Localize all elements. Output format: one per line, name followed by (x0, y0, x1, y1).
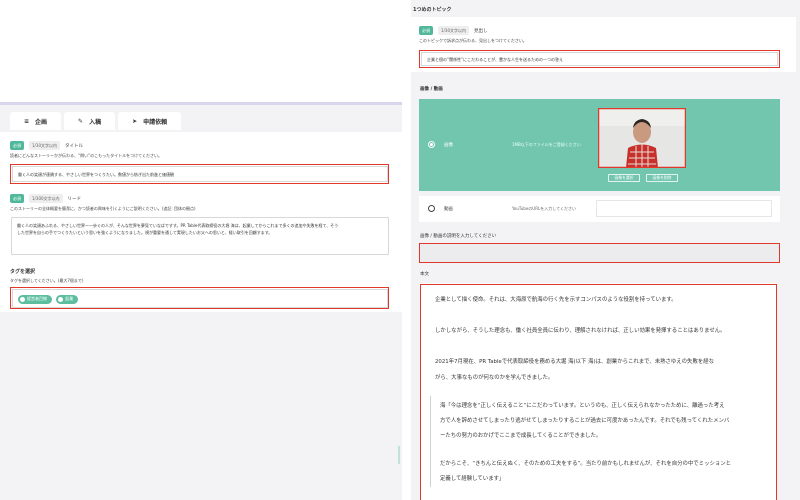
image-option-hint: 1MB以下のファイルをご登録ください (512, 142, 581, 147)
tags-description: タグを選択してください。(最大7個まで) (10, 278, 84, 283)
body-paragraph: がら、大事なものが何なのかを学んできました。 (435, 375, 554, 381)
video-option-label: 動画 (444, 207, 453, 212)
tags-title: タグを選択 (10, 269, 36, 275)
image-option-label: 画像 (444, 143, 453, 148)
tab-submission[interactable]: ✎ 入稿 (64, 112, 116, 130)
title-field-header: 必須 1/30文字以内 タイトル (10, 141, 83, 150)
body-label: 本文 (420, 272, 429, 277)
char-count-badge: 1/30文字以内 (29, 141, 60, 150)
body-paragraph: ーたちの努力のおかげでここまで成長してくることができました。 (440, 433, 602, 439)
tag-dot-icon (20, 296, 25, 302)
uploaded-photo (598, 108, 686, 168)
body-paragraph: 海「今は理念を“正しく伝えること”にこだわっています。というのも、正しく伝えられ… (440, 403, 725, 409)
char-count-badge: 1/30文字以内 (438, 26, 469, 35)
required-badge: 必須 (10, 194, 24, 203)
image-radio[interactable] (428, 141, 435, 148)
required-badge: 必須 (419, 26, 433, 35)
char-count-badge: 1/300文字以内 (29, 194, 63, 203)
person-photo-icon (598, 108, 686, 168)
select-image-button[interactable]: 画像を選択 (608, 174, 640, 182)
title-field-label: タイトル (64, 143, 83, 149)
tag-chip[interactable]: 起業 (56, 295, 79, 304)
lead-textarea[interactable]: 働く人の笑顔あふれる、やさしい世界ー一歩ぐの人が、そんな世界を夢見ていなばですす… (11, 217, 389, 255)
lead-field-description: このストーリーの全体概要を簡潔に、かつ読者の興味を引くようにご説明ください。(追… (10, 206, 196, 211)
pencil-icon: ✎ (78, 117, 84, 125)
body-paragraph: 2021年7月現在、PR Tableで代表取締役を務める大堀 海(以下 海)は、… (435, 359, 715, 365)
left-top-blank (0, 0, 402, 102)
tab-request[interactable]: ➤ 申請依頼 (118, 112, 182, 130)
video-option-hint: YouTubeのURLを入力してください (512, 206, 576, 211)
topic-field-description: このトピックで訴求点が伝わる、見出しをつけてください。 (419, 38, 527, 43)
editor-tabs: ≡ 企画 ✎ 入稿 ➤ 申請依頼 (10, 112, 182, 130)
topic-field-label: 見出し (473, 28, 488, 34)
tag-chip[interactable]: 経営者目線 (18, 295, 52, 304)
scrollbar-marker[interactable] (398, 446, 400, 464)
lead-text-line: した世界を自らの手でつくりたいという思いを強くようになりました。規が重要を通して… (17, 230, 273, 235)
media-description-label: 画像 / 動画の説明を入力してください (420, 234, 497, 239)
lead-text-line: 働く人の笑顔あふれる、やさしい世界ー一歩ぐの人が、そんな世界を夢見ていなばですす… (17, 223, 339, 228)
title-field-description: 読者にどんなストーリーかが伝わる、“問い”のこもったタイトルをつけてください。 (10, 153, 163, 158)
tags-box[interactable]: 経営者目線 起業 (12, 289, 388, 308)
body-paragraph: 企業として描く使命。それは、大海原で航海の行く先を示すコンパスのような役割を持っ… (435, 297, 677, 303)
tab-plan-label: 企画 (35, 118, 48, 126)
topic-heading-input[interactable]: 企業と個の“関係性”にこだわることが、豊かな人生を送るための一つの答え (421, 52, 778, 66)
topic-section-title: 1つめのトピック (413, 7, 452, 13)
media-title: 画像 / 動画 (420, 87, 443, 92)
body-paragraph: 方で人を辞めさせてしまったり逃がせてしまったりすることが過去に可度かあったんです… (440, 418, 730, 424)
topic-field-header: 必須 1/30文字以内 見出し (419, 26, 487, 35)
youtube-url-input[interactable] (596, 200, 772, 217)
quote-bar (430, 396, 431, 487)
body-paragraph: しかしながら、そうした理念も、働く社員全員に伝わり、理解されなければ、正しい効果… (435, 328, 726, 334)
send-icon: ➤ (132, 117, 138, 125)
body-paragraph: 定義して経験しています」 (440, 476, 505, 482)
body-paragraph: だからこそ、“きちんと伝えぬく、そのための工夫をする”。当たり前かもしれませんが… (440, 461, 732, 467)
list-icon: ≡ (24, 117, 30, 125)
lead-field-header: 必須 1/300文字以内 リード (10, 194, 81, 203)
title-input[interactable]: 働く人の笑顔が連鎖する、やさしい世界をつくりたい。数値から紡ぎ出た前進と価値観 (12, 166, 388, 182)
tag-dot-icon (58, 296, 64, 302)
video-radio[interactable] (428, 205, 435, 212)
tag-label: 起業 (65, 296, 74, 301)
lead-field-label: リード (67, 196, 82, 202)
delete-image-button[interactable]: 画像を削除 (646, 174, 678, 182)
media-description-input[interactable] (420, 244, 779, 262)
tab-request-label: 申請依頼 (143, 118, 168, 126)
tag-label: 経営者目線 (27, 296, 47, 301)
tab-plan[interactable]: ≡ 企画 (10, 112, 62, 130)
required-badge: 必須 (10, 141, 24, 150)
tab-submission-label: 入稿 (89, 118, 102, 126)
